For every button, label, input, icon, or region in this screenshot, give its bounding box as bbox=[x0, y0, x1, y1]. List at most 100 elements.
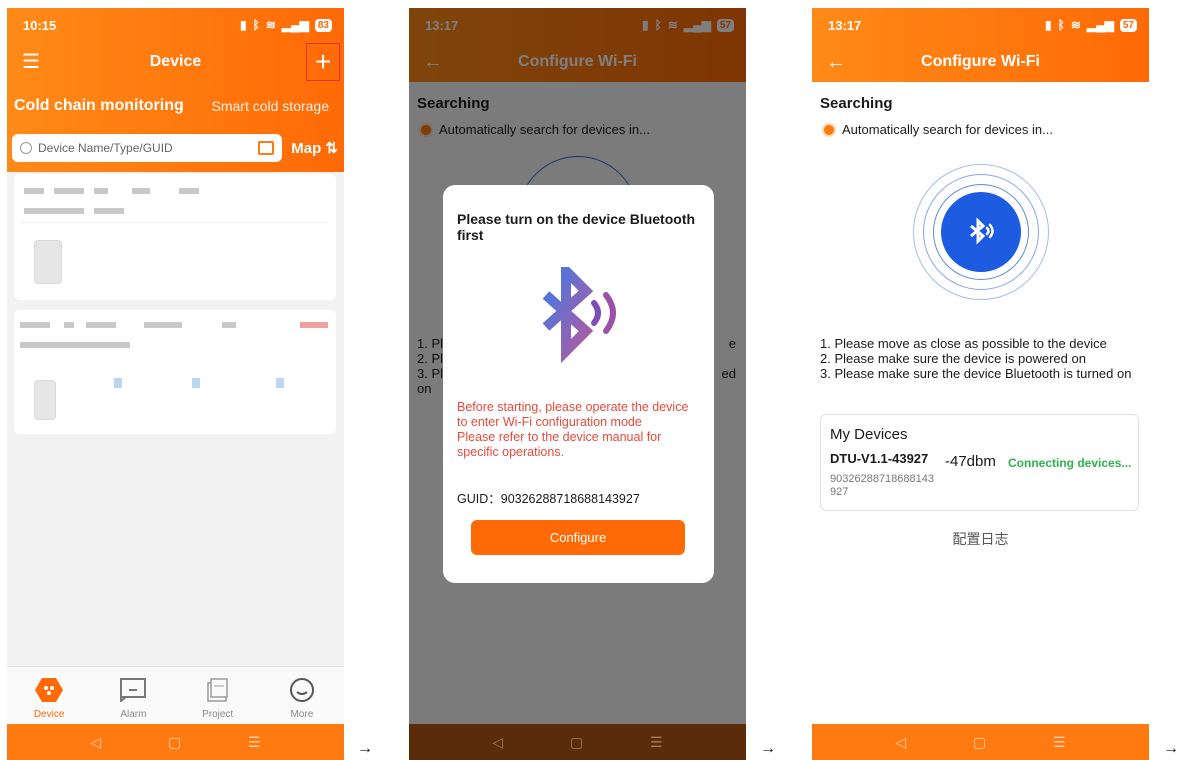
device-name[interactable]: DTU-V1.1-43927 bbox=[830, 451, 928, 466]
redacted-text bbox=[20, 342, 130, 348]
add-device-button[interactable]: + bbox=[306, 43, 340, 81]
dialog-guid: GUID：90326288718688143927 bbox=[457, 492, 640, 506]
redacted-text bbox=[179, 188, 199, 194]
wifi-icon: ≋ bbox=[1070, 18, 1081, 32]
back-nav-icon[interactable]: ◁ bbox=[90, 734, 101, 751]
recents-nav-icon[interactable]: ☰ bbox=[1053, 734, 1066, 751]
flow-arrow: → bbox=[1163, 740, 1179, 757]
vibrate-icon: ▮ bbox=[240, 18, 247, 32]
device-icon bbox=[35, 677, 64, 703]
tab-device[interactable]: Device bbox=[7, 667, 91, 724]
bluetooth-status-icon: ᛒ bbox=[252, 18, 260, 32]
auto-search-status: Automatically search for devices in... bbox=[824, 122, 1053, 137]
redacted-text bbox=[94, 208, 124, 214]
redacted-text bbox=[132, 188, 150, 194]
device-card[interactable] bbox=[14, 310, 336, 434]
redacted-text bbox=[24, 208, 84, 214]
system-nav-bar: ◁ ▢ ☰ bbox=[7, 724, 344, 760]
plus-icon: + bbox=[314, 46, 332, 77]
search-input[interactable]: Device Name/Type/GUID bbox=[12, 134, 282, 162]
tab-more[interactable]: More bbox=[260, 667, 344, 724]
tab-more-label: More bbox=[290, 709, 314, 720]
status-time: 13:17 bbox=[828, 17, 862, 33]
dialog-warning: Before starting, please operate the devi… bbox=[457, 400, 689, 459]
status-badge bbox=[300, 322, 328, 328]
tip-text: 1. Please move as close as possible to t… bbox=[820, 336, 1107, 351]
status-bar: 13:17 ▮ ᛒ ≋ ▂▄▆ 57 bbox=[812, 8, 1149, 42]
tab-project-label: Project bbox=[202, 709, 234, 720]
tab-cold-chain[interactable]: Cold chain monitoring bbox=[14, 97, 184, 115]
tip-text: 2. Please make sure the device is powere… bbox=[820, 351, 1086, 366]
app-bar: ☰ Device + bbox=[7, 42, 344, 82]
hamburger-icon[interactable]: ☰ bbox=[19, 50, 43, 74]
tab-alarm[interactable]: Alarm bbox=[91, 667, 175, 724]
status-time: 10:15 bbox=[23, 17, 57, 33]
tab-alarm-label: Alarm bbox=[120, 709, 147, 720]
status-bar: 10:15 ▮ ᛒ ≋ ▂▄▆ 83 bbox=[7, 8, 344, 42]
config-log-link[interactable]: 配置日志 bbox=[812, 529, 1149, 549]
sort-icon: ⇅ bbox=[325, 140, 338, 157]
tip-text: 3. Please make sure the device Bluetooth… bbox=[820, 366, 1132, 381]
tab-device-label: Device bbox=[33, 709, 65, 720]
status-dot-icon bbox=[824, 124, 834, 135]
scan-icon[interactable] bbox=[258, 141, 274, 155]
device-thumbnail bbox=[34, 380, 56, 420]
home-nav-icon[interactable]: ▢ bbox=[973, 734, 986, 751]
bluetooth-search-button bbox=[940, 192, 1021, 272]
back-nav-icon[interactable]: ◁ bbox=[492, 734, 503, 751]
bottom-tab-bar: Device Alarm Project More bbox=[7, 666, 344, 724]
tab-project[interactable]: Project bbox=[176, 667, 260, 724]
searching-heading: Searching bbox=[820, 95, 893, 112]
back-nav-icon[interactable]: ◁ bbox=[895, 734, 906, 751]
battery-icon: 57 bbox=[1119, 18, 1137, 32]
sensor-icon bbox=[276, 378, 284, 388]
vibrate-icon: ▮ bbox=[1045, 18, 1052, 32]
project-icon bbox=[204, 677, 232, 703]
signal-strength: -47dbm bbox=[945, 453, 996, 470]
search-icon bbox=[20, 142, 32, 154]
category-tabs: Cold chain monitoring Smart cold storage bbox=[14, 97, 329, 115]
redacted-text bbox=[24, 188, 44, 194]
configure-button[interactable]: Configure bbox=[471, 520, 685, 555]
bluetooth-icon bbox=[969, 217, 994, 245]
redacted-text bbox=[54, 188, 84, 194]
status-icons: ▮ ᛒ ≋ ▂▄▆ 57 bbox=[1045, 18, 1137, 32]
system-nav-bar: ◁ ▢ ☰ bbox=[409, 724, 746, 760]
back-arrow-icon[interactable]: ← bbox=[824, 50, 848, 74]
system-nav-bar: ◁ ▢ ☰ bbox=[812, 724, 1149, 760]
bluetooth-status-icon: ᛒ bbox=[1057, 18, 1065, 32]
my-devices-heading: My Devices bbox=[830, 426, 908, 443]
wifi-icon: ≋ bbox=[265, 18, 276, 32]
signal-icon: ▂▄▆ bbox=[281, 18, 309, 32]
flow-arrow: → bbox=[357, 740, 373, 757]
redacted-text bbox=[94, 188, 108, 194]
tips-list: 1. Please move as close as possible to t… bbox=[820, 336, 1139, 381]
map-button[interactable]: Map ⇅ bbox=[282, 139, 338, 157]
battery-icon: 83 bbox=[314, 18, 332, 32]
more-icon bbox=[288, 677, 316, 703]
recents-nav-icon[interactable]: ☰ bbox=[650, 734, 663, 751]
home-nav-icon[interactable]: ▢ bbox=[570, 734, 583, 751]
sensor-icon bbox=[114, 378, 122, 388]
recents-nav-icon[interactable]: ☰ bbox=[248, 734, 261, 751]
search-row: Device Name/Type/GUID Map ⇅ bbox=[12, 134, 338, 162]
map-label: Map bbox=[291, 140, 322, 157]
phone-device-found: 13:17 ▮ ᛒ ≋ ▂▄▆ 57 ← Configure Wi-Fi Sea… bbox=[812, 8, 1149, 760]
sensor-icon bbox=[192, 378, 200, 388]
page-body: Searching Automatically search for devic… bbox=[812, 82, 1149, 724]
page-title: Device bbox=[149, 53, 202, 70]
my-devices-card: My Devices DTU-V1.1-43927 90326288718688… bbox=[820, 414, 1139, 511]
status-icons: ▮ ᛒ ≋ ▂▄▆ 83 bbox=[240, 18, 332, 32]
redacted-text bbox=[86, 322, 116, 328]
redacted-text bbox=[144, 322, 182, 328]
dialog-title: Please turn on the device Bluetooth firs… bbox=[457, 211, 696, 243]
alarm-icon bbox=[119, 677, 147, 703]
app-bar: ← Configure Wi-Fi bbox=[812, 42, 1149, 82]
tab-smart-cold-storage[interactable]: Smart cold storage bbox=[212, 98, 330, 114]
redacted-text bbox=[64, 322, 74, 328]
auto-search-text: Automatically search for devices in... bbox=[842, 122, 1053, 137]
device-card[interactable] bbox=[14, 174, 336, 300]
signal-icon: ▂▄▆ bbox=[1086, 18, 1114, 32]
connection-status: Connecting devices... bbox=[1008, 456, 1132, 470]
home-nav-icon[interactable]: ▢ bbox=[168, 734, 181, 751]
